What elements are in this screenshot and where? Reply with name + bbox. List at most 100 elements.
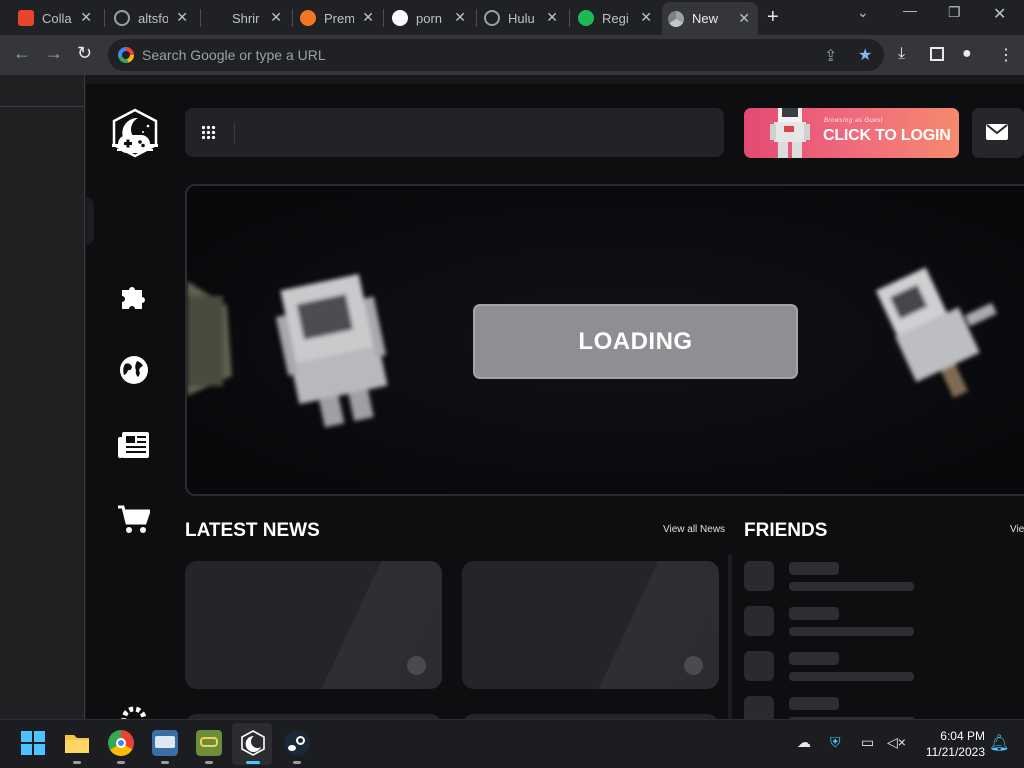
menu-icon[interactable]: ⋮ — [998, 45, 1014, 65]
browser-tab[interactable]: Regi ✕ — [572, 5, 660, 31]
chrome-taskbar-icon[interactable] — [108, 730, 134, 764]
globe-icon[interactable] — [116, 352, 152, 388]
close-icon[interactable]: ✕ — [640, 9, 652, 26]
view-all-friends-link[interactable]: Vie — [1010, 524, 1024, 535]
browser-tab[interactable]: altsfo ✕ — [108, 5, 196, 31]
puzzle-icon[interactable] — [116, 278, 152, 314]
tab-title: Hulu — [508, 10, 535, 26]
friends-heading: FRIENDS — [744, 520, 828, 541]
newspaper-icon[interactable] — [116, 427, 152, 463]
security-shield-icon[interactable]: ⛨ — [830, 734, 841, 751]
browser-tab[interactable]: Hulu ✕ — [478, 5, 566, 31]
browser-tab[interactable]: Prem ✕ — [294, 5, 382, 31]
globe-icon — [114, 10, 130, 26]
tab-separator — [476, 9, 477, 27]
login-button[interactable]: Browsing as Guest CLICK TO LOGIN — [744, 108, 959, 158]
tab-title: altsfo — [138, 10, 168, 26]
friend-status-skeleton — [789, 672, 914, 681]
close-icon[interactable]: ✕ — [270, 9, 282, 26]
new-tab-button[interactable]: + — [767, 6, 779, 29]
close-icon[interactable]: ✕ — [738, 10, 750, 27]
mail-icon — [986, 124, 1008, 140]
scrollbar-track[interactable] — [728, 554, 732, 724]
hero-banner: LOADING — [185, 184, 1024, 496]
news-card-skeleton[interactable] — [462, 561, 719, 689]
address-bar[interactable]: Search Google or type a URL ⇪ ★ — [108, 39, 884, 71]
search-divider — [234, 122, 235, 144]
view-all-news-link[interactable]: View all News — [663, 524, 725, 535]
news-card-skeleton[interactable] — [185, 561, 442, 689]
settings-gear-icon[interactable] — [116, 704, 152, 719]
running-indicator — [293, 761, 301, 764]
screen: Colla ✕ altsfo ✕ Shrir ✕ Prem ✕ porn ✕ H… — [0, 0, 1024, 768]
close-icon[interactable]: ✕ — [80, 9, 92, 26]
pane-divider — [0, 106, 85, 107]
gamepad-icon[interactable] — [116, 126, 152, 162]
messages-button[interactable] — [972, 108, 1024, 158]
profile-icon[interactable]: ● — [962, 45, 972, 63]
network-icon[interactable]: ▭ — [861, 734, 874, 751]
steam-icon[interactable] — [284, 730, 310, 764]
moon-launcher-icon[interactable] — [240, 730, 266, 764]
bookmark-star-icon[interactable]: ★ — [858, 45, 872, 65]
tab-title: porn — [416, 10, 443, 26]
tab-search-icon[interactable]: ⌄ — [857, 4, 869, 21]
close-icon[interactable]: ✕ — [176, 9, 188, 26]
browser-tab[interactable]: Colla ✕ — [12, 5, 100, 31]
notification-bell-icon[interactable]: 🔔︎ — [989, 733, 1009, 753]
active-indicator — [86, 197, 94, 245]
keyboard-app-icon[interactable] — [152, 730, 178, 764]
tab-separator — [292, 9, 293, 27]
running-indicator — [161, 761, 169, 764]
reload-button[interactable]: ↻ — [77, 43, 92, 64]
running-indicator — [73, 761, 81, 764]
devtools-pane — [0, 75, 85, 719]
tab-separator — [104, 9, 105, 27]
side-panel-icon[interactable] — [930, 47, 944, 61]
login-label: CLICK TO LOGIN — [823, 127, 951, 144]
friend-name-skeleton — [789, 607, 839, 620]
running-indicator — [117, 761, 125, 764]
apps-grid-icon[interactable] — [201, 125, 216, 140]
minecraft-icon[interactable] — [196, 730, 222, 764]
tab-favicon-icon — [208, 10, 224, 26]
forward-button[interactable]: → — [45, 43, 63, 64]
taskbar-clock[interactable]: 6:04 PM 11/21/2023 — [915, 728, 985, 760]
friend-status-skeleton — [789, 627, 914, 636]
cloud-offline-icon[interactable]: ☁ — [797, 734, 811, 751]
tab-title: Colla — [42, 10, 72, 26]
tab-separator — [569, 9, 570, 27]
windows-start-icon[interactable] — [20, 730, 46, 756]
news-card-dot — [407, 656, 426, 675]
search-bar[interactable] — [185, 108, 724, 157]
browser-toolbar: ← → ↻ Search Google or type a URL ⇪ ★ ⤓ … — [0, 35, 1024, 75]
web-app: Browsing as Guest CLICK TO LOGIN LOADING… — [86, 84, 1024, 734]
volume-muted-icon[interactable]: ◁× — [887, 734, 906, 751]
tab-title: Regi — [602, 10, 629, 26]
close-icon[interactable]: ✕ — [454, 9, 466, 26]
browser-tab[interactable]: porn ✕ — [386, 5, 474, 31]
minimize-button[interactable]: — — [903, 2, 917, 18]
globe-icon — [484, 10, 500, 26]
share-icon[interactable]: ⇪ — [824, 46, 837, 66]
running-indicator — [246, 761, 260, 764]
browser-tab[interactable]: Shrir ✕ — [202, 5, 290, 31]
latest-news-heading: LATEST NEWS — [185, 520, 320, 541]
friend-avatar-skeleton — [744, 651, 774, 681]
browser-tab-active[interactable]: New ✕ — [662, 2, 758, 35]
cart-icon[interactable] — [116, 502, 152, 538]
download-icon[interactable]: ⤓ — [898, 45, 905, 63]
friend-name-skeleton — [789, 697, 839, 710]
close-icon[interactable]: ✕ — [546, 9, 558, 26]
back-button[interactable]: ← — [13, 43, 31, 64]
close-window-button[interactable]: ✕ — [993, 4, 1006, 24]
login-subtitle: Browsing as Guest — [824, 118, 883, 124]
file-explorer-icon[interactable] — [64, 730, 90, 764]
restore-button[interactable]: ❐ — [948, 4, 961, 21]
google-icon — [118, 47, 134, 63]
close-icon[interactable]: ✕ — [362, 9, 374, 26]
page-area: Browsing as Guest CLICK TO LOGIN LOADING… — [0, 75, 1024, 768]
clock-time: 6:04 PM — [940, 729, 985, 743]
tab-favicon-icon — [18, 10, 34, 26]
clock-date: 11/21/2023 — [925, 745, 985, 759]
